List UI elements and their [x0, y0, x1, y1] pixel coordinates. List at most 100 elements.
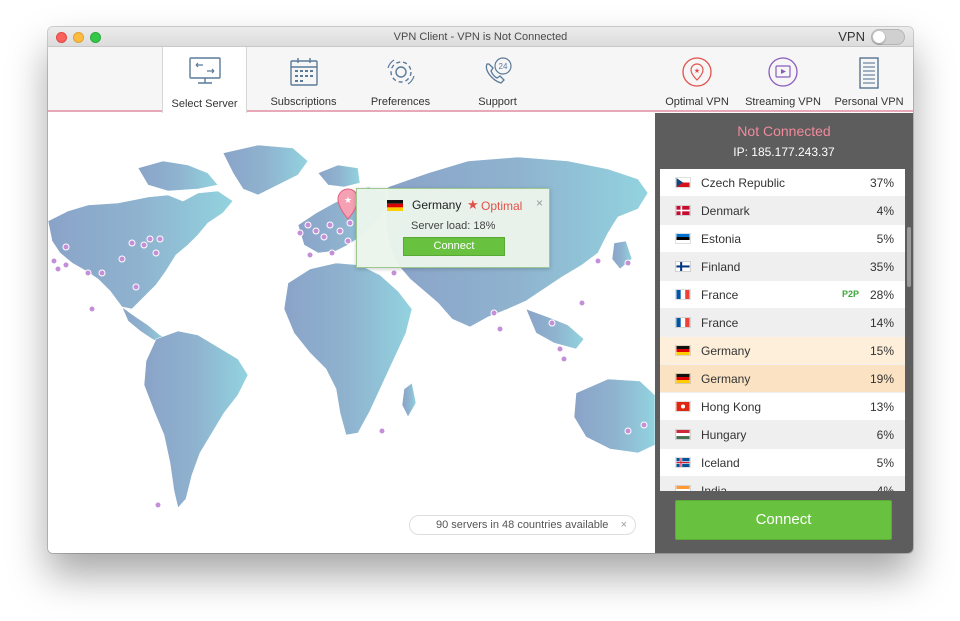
server-popup: Germany ★ Optimal × Server load: 18% Con… [356, 188, 550, 268]
server-row[interactable]: Germany 19% [660, 365, 905, 393]
server-row[interactable]: Iceland 5% [660, 449, 905, 477]
servers-available-text: 90 servers in 48 countries available [436, 519, 609, 531]
connect-button[interactable]: Connect [675, 500, 892, 540]
server-country: Germany [701, 372, 751, 386]
server-row[interactable]: Germany 15% [660, 337, 905, 365]
australia-shape [573, 378, 655, 454]
server-row[interactable]: Estonia 5% [660, 225, 905, 253]
server-row[interactable]: Hungary 6% [660, 421, 905, 449]
connection-status: Not Connected [737, 123, 831, 139]
scandinavia-shape [317, 164, 361, 188]
server-country: France [701, 316, 739, 330]
ee-flag-icon [675, 233, 691, 244]
vpn-toggle-label: VPN [838, 29, 865, 44]
server-country: Iceland [701, 456, 740, 470]
server-icon [859, 57, 879, 89]
tab-select-server[interactable]: Select Server [162, 47, 247, 113]
cz-flag-icon [675, 177, 691, 188]
tab-label: Support [478, 96, 517, 108]
side-panel: Not Connected IP: 185.177.243.37 Czech R… [655, 113, 913, 553]
popup-country: Germany [412, 198, 462, 212]
southeast-asia-shape [525, 308, 585, 350]
de-flag-icon [675, 345, 691, 356]
popup-badge: Optimal [481, 199, 523, 213]
gear-icon [386, 59, 415, 85]
server-load: 5% [876, 232, 894, 246]
tab-label: Select Server [171, 98, 238, 110]
fr-flag-icon [675, 317, 691, 328]
server-load: 6% [876, 428, 894, 442]
fr-flag-icon [675, 289, 691, 300]
tab-label: Personal VPN [834, 96, 904, 108]
north-america-shape [48, 190, 234, 310]
tab-label: Streaming VPN [745, 96, 821, 108]
server-country: France [701, 288, 739, 302]
server-load: 37% [869, 176, 894, 190]
calendar-icon [289, 58, 318, 86]
star-pin-icon: ★ [682, 57, 712, 87]
server-list-scrollbar[interactable] [907, 227, 911, 287]
tab-label: Preferences [370, 96, 431, 108]
server-row[interactable]: Czech Republic 37% [660, 169, 905, 197]
server-row[interactable]: India 4% [660, 477, 905, 491]
south-america-shape [143, 330, 249, 509]
tab-support[interactable]: 24 Support [455, 47, 540, 111]
server-country: Estonia [701, 232, 742, 246]
server-row[interactable]: Denmark 4% [660, 197, 905, 225]
window-title: VPN Client - VPN is Not Connected [393, 31, 568, 43]
monitor-arrows-icon [188, 57, 221, 84]
server-row[interactable]: Finland 35% [660, 253, 905, 281]
svg-text:★: ★ [344, 196, 352, 206]
tab-streaming-vpn[interactable]: Streaming VPN [742, 47, 824, 111]
server-country: Denmark [701, 204, 750, 218]
phone-24-icon: 24 [485, 57, 512, 84]
server-row[interactable]: France 14% [660, 309, 905, 337]
server-load: 35% [869, 260, 894, 274]
play-icon [768, 57, 798, 87]
tab-label: Optimal VPN [665, 96, 729, 108]
de-flag-icon [675, 373, 691, 384]
banner-close-button[interactable]: × [621, 519, 627, 531]
server-load: 15% [869, 344, 894, 358]
server-country: Hungary [701, 428, 747, 442]
world-map[interactable]: ★ Germany ★ Optimal × Server load: 18% C… [48, 113, 655, 553]
tab-personal-vpn[interactable]: Personal VPN [832, 47, 906, 111]
madagascar-shape [401, 382, 417, 418]
canada-islands-shape [137, 160, 219, 192]
server-row[interactable]: Hong Kong 13% [660, 393, 905, 421]
server-country: Czech Republic [701, 176, 786, 190]
is-flag-icon [675, 457, 691, 468]
in-flag-icon [675, 485, 691, 491]
optimal-star-icon: ★ [467, 197, 479, 212]
ip-address: IP: 185.177.243.37 [733, 145, 835, 159]
popup-close-button[interactable]: × [536, 196, 543, 210]
server-load: 14% [869, 316, 894, 330]
server-load: 4% [876, 484, 894, 491]
servers-available-banner: 90 servers in 48 countries available × [409, 515, 636, 535]
tab-label: Subscriptions [270, 96, 337, 108]
africa-shape [283, 262, 413, 436]
popup-server-load: Server load: 18% [411, 220, 496, 232]
server-country: Hong Kong [701, 400, 762, 414]
vpn-toggle[interactable] [871, 29, 905, 45]
popup-connect-button[interactable]: Connect [403, 237, 505, 256]
hu-flag-icon [675, 429, 691, 440]
hk-flag-icon [675, 401, 691, 412]
server-load: 19% [869, 372, 894, 386]
server-row[interactable]: France P2P 28% [660, 281, 905, 309]
germany-flag-icon [387, 200, 403, 211]
server-country: Finland [701, 260, 741, 274]
tab-optimal-vpn[interactable]: ★ Optimal VPN [660, 47, 734, 111]
world-map-graphic: ★ [48, 144, 655, 509]
server-load: 5% [876, 456, 894, 470]
server-list[interactable]: Czech Republic 37% Denmark 4% Estonia 5% Finla… [660, 169, 905, 491]
server-load: 13% [869, 400, 894, 414]
dk-flag-icon [675, 205, 691, 216]
server-country: India [701, 484, 728, 491]
app-window: VPN Client - VPN is Not Connected VPN Se… [48, 27, 913, 553]
toggle-knob [873, 31, 885, 43]
tab-preferences[interactable]: Preferences [358, 47, 443, 111]
server-load: 28% [869, 288, 894, 302]
svg-text:24: 24 [498, 62, 507, 71]
tab-subscriptions[interactable]: Subscriptions [261, 47, 346, 111]
